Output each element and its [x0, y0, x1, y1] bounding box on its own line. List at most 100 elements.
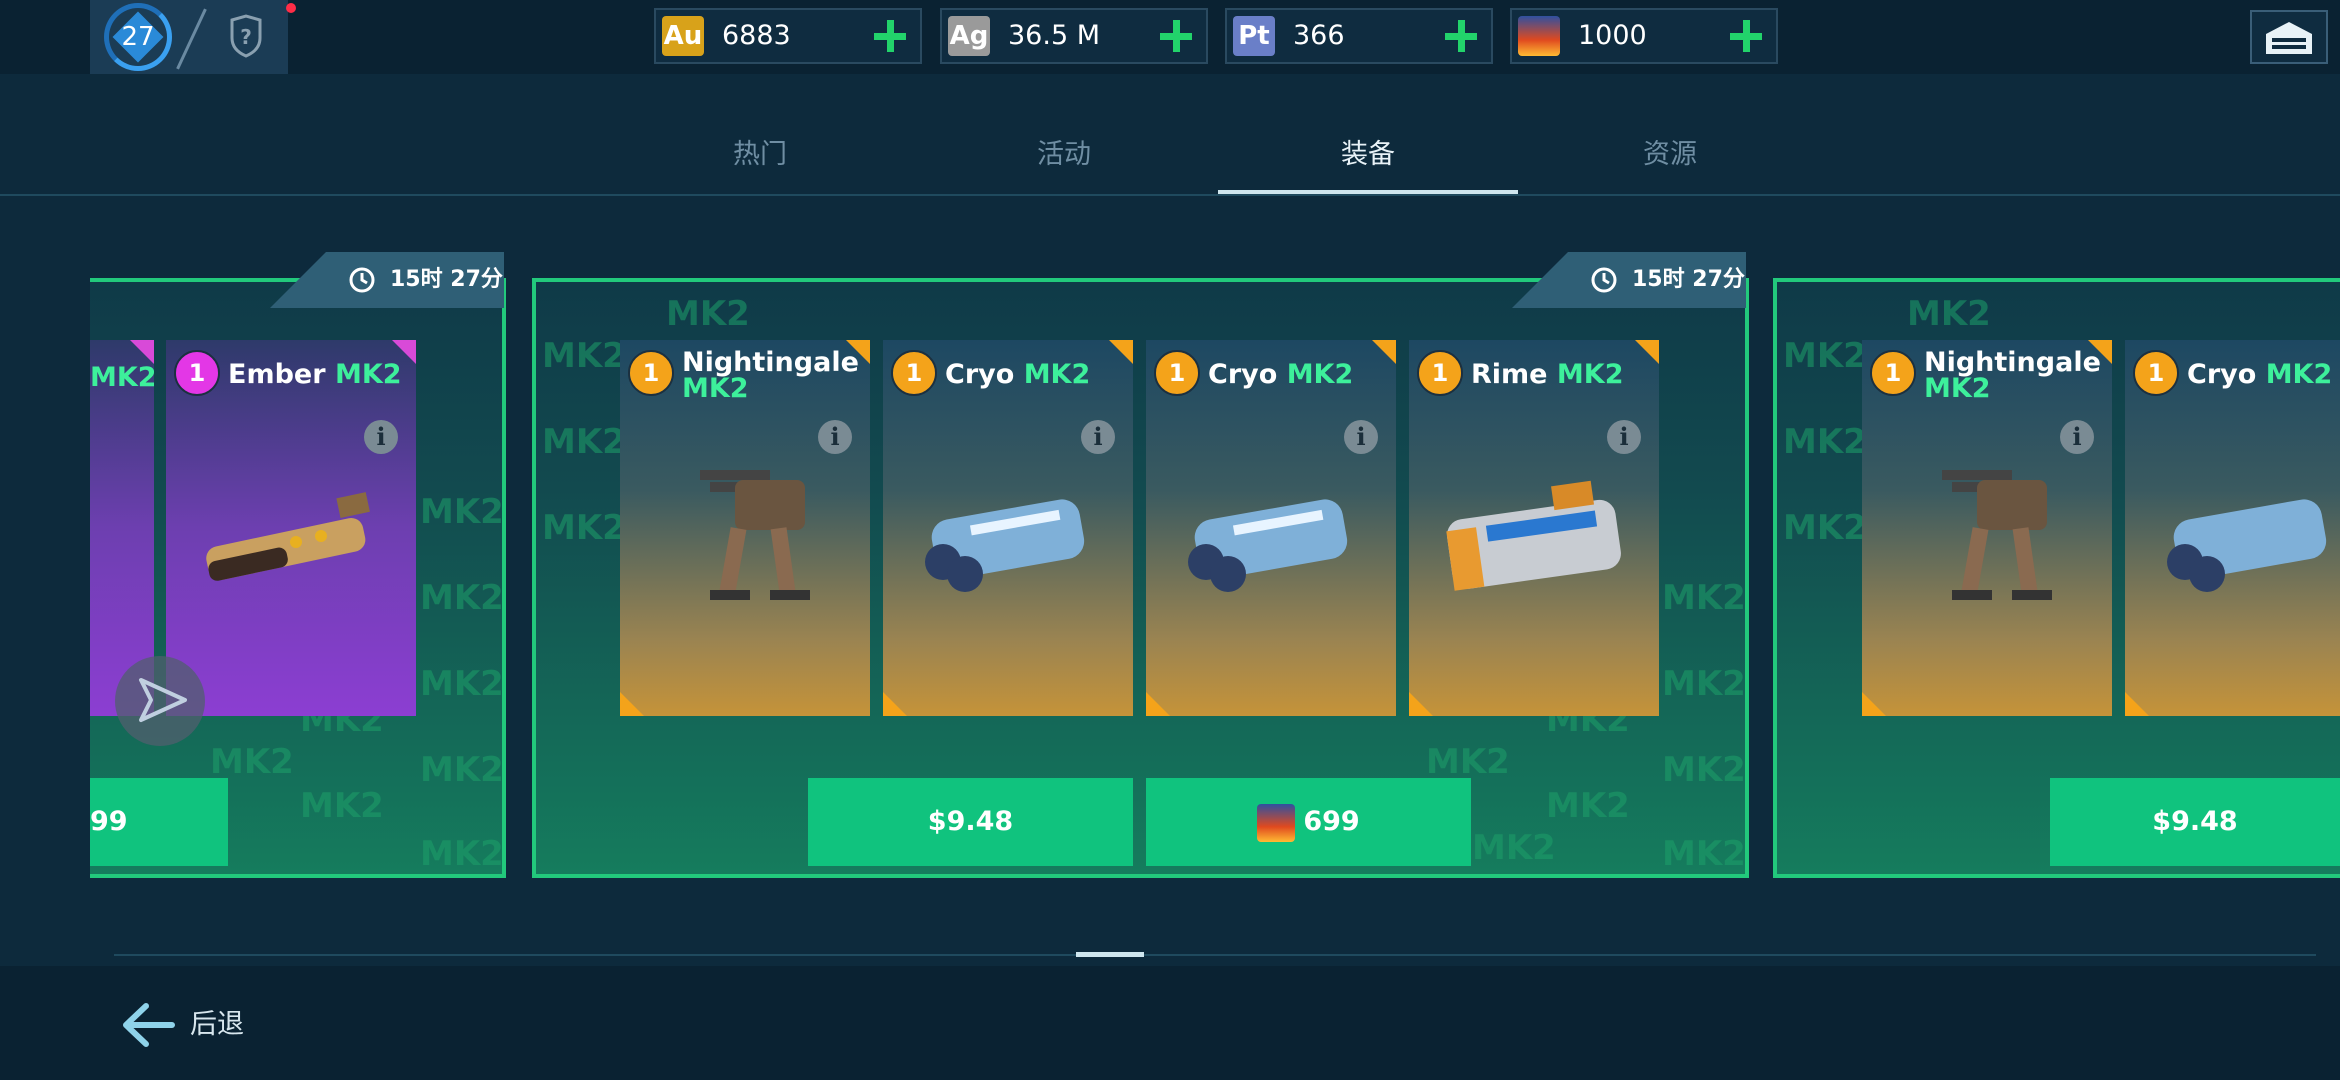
- send-icon: [139, 678, 187, 722]
- rarity-corner: [1372, 340, 1396, 364]
- card-title: Nightingale MK2: [1924, 347, 2101, 404]
- rarity-corner: [883, 692, 907, 716]
- bundle-timer: 15时 27分: [326, 252, 504, 308]
- carousel-scroll-thumb[interactable]: [1076, 952, 1144, 957]
- card-title: Rime MK2: [1471, 359, 1624, 390]
- info-icon[interactable]: i: [2060, 420, 2094, 454]
- card-title: Cryo MK2: [2187, 359, 2333, 390]
- item-card-cryo[interactable]: 1 Cryo MK2: [2125, 340, 2340, 716]
- item-card-rime[interactable]: 1 Rime MK2 i: [1409, 340, 1659, 716]
- tab-events[interactable]: 活动: [914, 118, 1214, 192]
- bundle-timer: 15时 27分: [1568, 252, 1746, 308]
- buy-button[interactable]: 99: [90, 778, 228, 866]
- card-title: Cryo MK2: [945, 359, 1091, 390]
- player-profile[interactable]: 27 ?: [90, 0, 296, 74]
- card-title: Cryo MK2: [1208, 359, 1354, 390]
- timer-text: 15时 27分: [1632, 267, 1745, 292]
- watermark: MK2: [542, 336, 626, 376]
- item-card-cryo[interactable]: 1 Cryo MK2 i: [1146, 340, 1396, 716]
- divider: [176, 8, 207, 70]
- bottom-bar: [0, 966, 2340, 1080]
- timer-text: 15时 27分: [390, 267, 503, 292]
- add-key-button[interactable]: [1726, 16, 1766, 56]
- back-label: 后退: [190, 1009, 244, 1040]
- watermark: MK2: [300, 786, 384, 826]
- watermark: MK2: [666, 294, 750, 334]
- add-gold-button[interactable]: [870, 16, 910, 56]
- gold-currency: Au 6883: [654, 8, 922, 64]
- timer-tag-notch: [270, 252, 326, 308]
- buy-with-keys-button[interactable]: 699: [1146, 778, 1471, 866]
- silver-currency: Ag 36.5 M: [940, 8, 1208, 64]
- rank-badge: 1: [891, 350, 937, 396]
- rarity-corner: [130, 340, 154, 364]
- shop-tabs: 热门 活动 装备 资源: [0, 118, 2340, 196]
- item-card-cryo[interactable]: 1 Cryo MK2 i: [883, 340, 1133, 716]
- watermark: MK2: [1546, 786, 1630, 826]
- rarity-corner: [620, 692, 644, 716]
- info-icon[interactable]: i: [1607, 420, 1641, 454]
- rarity-corner: [2125, 692, 2149, 716]
- watermark: MK2: [1472, 828, 1556, 868]
- rarity-corner: [1109, 340, 1133, 364]
- gold-icon: Au: [662, 16, 704, 56]
- cryo-weapon-image: [1188, 499, 1348, 592]
- nightingale-robot-image: [1942, 470, 2052, 600]
- rank-badge: 1: [1417, 350, 1463, 396]
- rarity-corner: [1409, 692, 1433, 716]
- nightingale-robot-image: [700, 470, 810, 600]
- watermark: MK2: [420, 834, 504, 874]
- tab-resources[interactable]: 资源: [1520, 118, 1820, 192]
- card-title: Nightingale MK2: [682, 347, 859, 404]
- rank-badge: 1: [1870, 350, 1916, 396]
- watermark: MK2: [420, 492, 504, 532]
- tab-hot[interactable]: 热门: [610, 118, 910, 192]
- buy-button[interactable]: $9.48: [808, 778, 1133, 866]
- watermark: MK2: [1783, 336, 1867, 376]
- add-silver-button[interactable]: [1156, 16, 1196, 56]
- svg-text:?: ?: [240, 25, 252, 49]
- watermark: MK2: [542, 508, 626, 548]
- info-icon[interactable]: i: [818, 420, 852, 454]
- rank-badge: 1: [2133, 350, 2179, 396]
- watermark: MK2: [1662, 834, 1746, 874]
- watermark: MK2: [420, 664, 504, 704]
- carousel-scroll-track: [114, 954, 2316, 956]
- tab-equipment[interactable]: 装备: [1218, 118, 1518, 192]
- share-button[interactable]: [115, 656, 205, 746]
- watermark: MK2: [210, 742, 294, 782]
- active-tab-indicator: [1218, 190, 1518, 194]
- watermark: MK2: [542, 422, 626, 462]
- info-icon[interactable]: i: [1344, 420, 1378, 454]
- fire-key-icon: [1257, 803, 1296, 842]
- buy-button[interactable]: $9.48: [2050, 778, 2340, 866]
- timer-tag-notch: [1512, 252, 1568, 308]
- rarity-corner: [1635, 340, 1659, 364]
- watermark: MK2: [1426, 742, 1510, 782]
- watermark: MK2: [420, 750, 504, 790]
- gold-value: 6883: [722, 20, 791, 51]
- cryo-weapon-image: [925, 499, 1085, 592]
- rime-weapon-image: [1446, 480, 1621, 591]
- rarity-corner: [1862, 692, 1886, 716]
- player-level: 27: [121, 22, 155, 52]
- watermark: MK2: [1907, 294, 1991, 334]
- item-card-nightingale[interactable]: 1 Nightingale MK2 i: [620, 340, 870, 716]
- item-card-nightingale[interactable]: 1 Nightingale MK2 i: [1862, 340, 2112, 716]
- info-icon[interactable]: i: [1081, 420, 1115, 454]
- watermark: MK2: [1783, 422, 1867, 462]
- rank-badge: 1: [1154, 350, 1200, 396]
- watermark: MK2: [1662, 664, 1746, 704]
- info-icon[interactable]: i: [364, 420, 398, 454]
- tabs-divider: [0, 194, 2340, 196]
- platinum-icon: Pt: [1233, 16, 1275, 56]
- add-platinum-button[interactable]: [1441, 16, 1481, 56]
- hangar-button[interactable]: [2250, 10, 2328, 64]
- platinum-value: 366: [1293, 20, 1345, 51]
- shield-question-icon[interactable]: ?: [228, 14, 264, 58]
- top-bar: 27 ? Au 6883 Ag 36.5 M Pt 366 1000: [0, 0, 2340, 74]
- watermark: MK2: [1662, 578, 1746, 618]
- arrow-left-icon: [123, 1003, 175, 1047]
- silver-icon: Ag: [948, 16, 990, 56]
- back-button[interactable]: 后退: [118, 998, 244, 1052]
